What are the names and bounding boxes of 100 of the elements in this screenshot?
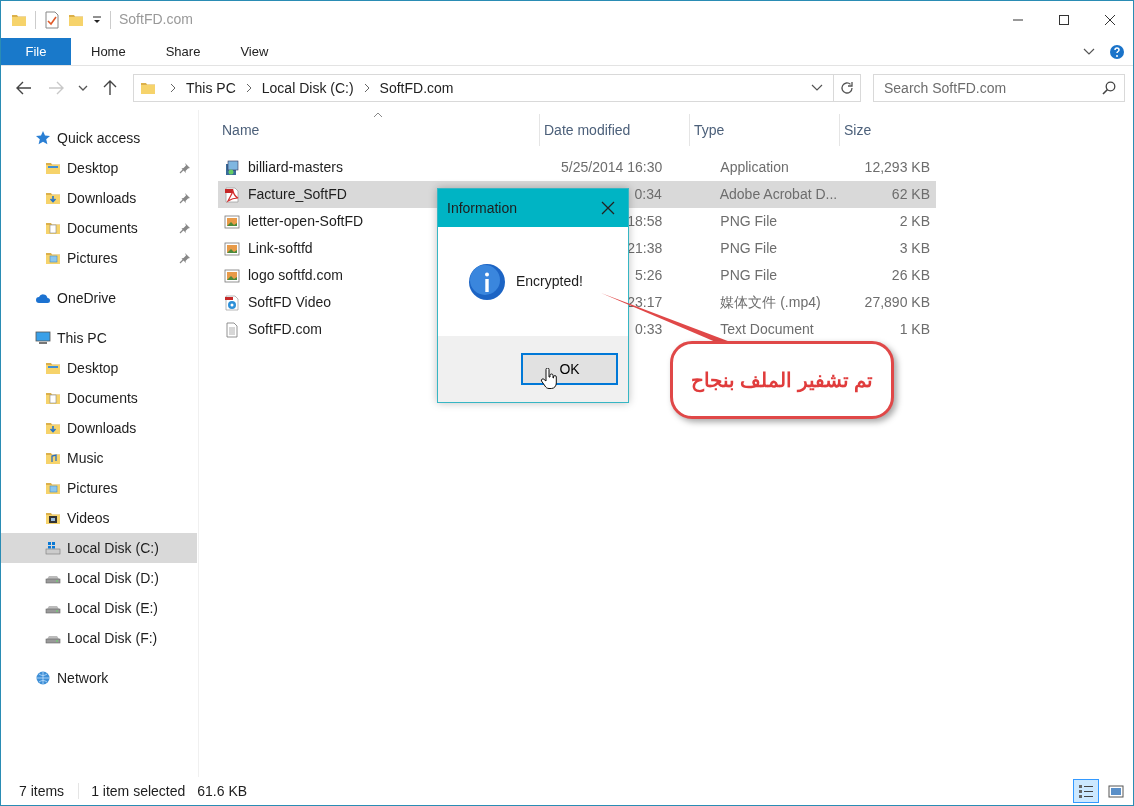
column-header[interactable]: Type <box>690 114 840 146</box>
file-size: 27,890 KB <box>864 294 930 310</box>
pictures-folder-icon <box>45 480 61 496</box>
search-icon[interactable] <box>1102 81 1116 95</box>
sidebar-item[interactable]: Desktop <box>1 353 197 383</box>
file-type: Application <box>720 159 789 175</box>
folder-icon <box>45 360 61 376</box>
date-modified: 18:58 <box>627 213 663 229</box>
ribbon-tab[interactable]: Home <box>71 38 146 65</box>
pictures-folder-icon <box>45 250 61 266</box>
sidebar-item[interactable]: OneDrive <box>1 283 197 313</box>
chevron-icon[interactable] <box>245 83 252 93</box>
column-header[interactable]: Name <box>218 114 540 146</box>
file-name[interactable]: letter-open-SoftFD <box>248 211 364 232</box>
file-name[interactable]: logo softfd.com <box>248 265 343 286</box>
file-size: 2 KB <box>899 213 930 229</box>
file-type: PNG File <box>720 213 778 229</box>
sidebar-item[interactable]: Music <box>1 443 197 473</box>
customize-dropdown-icon[interactable] <box>92 14 102 25</box>
close-icon[interactable] <box>1105 14 1115 25</box>
properties-icon[interactable] <box>44 10 60 29</box>
caret-icon[interactable] <box>78 85 88 91</box>
address-bar[interactable]: This PC Local Disk (C:) SoftFD.com <box>133 74 861 102</box>
date-modified: 21:38 <box>627 240 663 256</box>
breadcrumb-link[interactable]: SoftFD.com <box>375 77 458 99</box>
network-icon <box>35 670 51 686</box>
sidebar-item[interactable]: Videos <box>1 503 197 533</box>
file-size: 26 KB <box>891 267 930 283</box>
selection-size: 61.6 KB <box>197 781 248 801</box>
file-type: PNG File <box>720 240 778 256</box>
download-folder-icon <box>45 190 61 206</box>
sidebar-item[interactable]: Quick access <box>1 123 197 153</box>
star-icon <box>35 130 51 146</box>
file-name[interactable]: SoftFD Video <box>248 292 331 313</box>
sidebar-item[interactable]: Local Disk (F:) <box>1 623 197 653</box>
video-folder-icon <box>45 510 61 526</box>
music-folder-icon <box>45 450 61 466</box>
file-type: Text Document <box>720 321 814 337</box>
image-icon[interactable] <box>1108 783 1124 799</box>
ribbon-tab[interactable]: View <box>220 38 289 65</box>
sidebar-item[interactable]: Pictures <box>1 473 197 503</box>
up-arrow-icon[interactable] <box>103 80 117 96</box>
column-header[interactable]: Date modified <box>540 114 690 146</box>
text-file-icon <box>224 321 240 338</box>
window-title: SoftFD.com <box>119 10 193 29</box>
sidebar-item[interactable]: Downloads <box>1 413 197 443</box>
sidebar-item[interactable]: This PC <box>1 323 197 353</box>
breadcrumb-link[interactable]: This PC <box>182 77 240 99</box>
sidebar-item[interactable]: Local Disk (C:) <box>1 533 197 563</box>
expand-ribbon-icon[interactable] <box>1083 47 1095 56</box>
file-name[interactable]: billiard-masters <box>248 157 343 178</box>
file-name[interactable]: Facture_SoftFD <box>248 184 347 205</box>
file-type: Adobe Acrobat D... <box>719 186 838 202</box>
media-file-icon <box>224 294 240 311</box>
search-box[interactable]: Search SoftFD.com <box>873 74 1125 102</box>
date-modified: 5:26 <box>635 267 663 283</box>
setup-box-icon <box>224 159 240 176</box>
chevron-icon[interactable] <box>363 83 370 93</box>
download-folder-icon <box>45 420 61 436</box>
maximize-icon[interactable] <box>1059 14 1069 25</box>
ribbon-tab[interactable]: Share <box>145 38 221 65</box>
chevron-icon[interactable] <box>170 83 176 93</box>
documents-folder-icon <box>45 390 61 406</box>
date-modified: 0:34 <box>634 186 662 202</box>
sidebar-item[interactable]: Local Disk (D:) <box>1 563 197 593</box>
selection-count: 1 item selected <box>91 781 186 801</box>
file-size: 62 KB <box>891 186 930 202</box>
sidebar-item[interactable]: Local Disk (E:) <box>1 593 197 623</box>
image-file-icon <box>224 240 240 257</box>
list-icon[interactable] <box>1078 783 1094 799</box>
drive-icon <box>45 540 61 556</box>
details-view-button[interactable] <box>1073 779 1099 803</box>
sidebar-item[interactable]: Downloads <box>1 183 197 213</box>
folder-icon <box>140 80 156 96</box>
file-name[interactable]: SoftFD.com <box>248 319 322 340</box>
pdf-file-icon <box>224 186 240 203</box>
date-modified: 23:17 <box>627 294 663 310</box>
date-modified: 0:33 <box>635 321 663 337</box>
column-header[interactable]: Size <box>840 114 940 146</box>
folder-icon <box>45 160 61 176</box>
image-file-icon <box>224 267 240 284</box>
file-size: 3 KB <box>899 240 930 256</box>
breadcrumb-link[interactable]: Local Disk (C:) <box>257 77 358 99</box>
sidebar-item[interactable]: Desktop <box>1 153 197 183</box>
refresh-icon[interactable] <box>840 81 854 95</box>
file-name[interactable]: Link-softfd <box>248 238 313 259</box>
ok-button[interactable]: OK <box>521 353 618 385</box>
sidebar-item[interactable]: Documents <box>1 383 197 413</box>
file-menu-tab[interactable]: File <box>1 38 71 65</box>
callout-text: تم تشفير الملف بنجاح <box>690 368 874 395</box>
back-arrow-icon[interactable] <box>16 81 32 95</box>
image-file-icon <box>224 213 240 230</box>
sidebar-item[interactable]: Documents <box>1 213 197 243</box>
help-icon[interactable] <box>1109 43 1125 60</box>
hand-cursor-icon <box>540 368 558 390</box>
sidebar-item[interactable]: Pictures <box>1 243 197 273</box>
item-count: 7 items <box>19 781 65 801</box>
dropdown-icon[interactable] <box>811 84 823 92</box>
close-icon[interactable] <box>601 201 615 215</box>
sidebar-item[interactable]: Network <box>1 663 197 693</box>
